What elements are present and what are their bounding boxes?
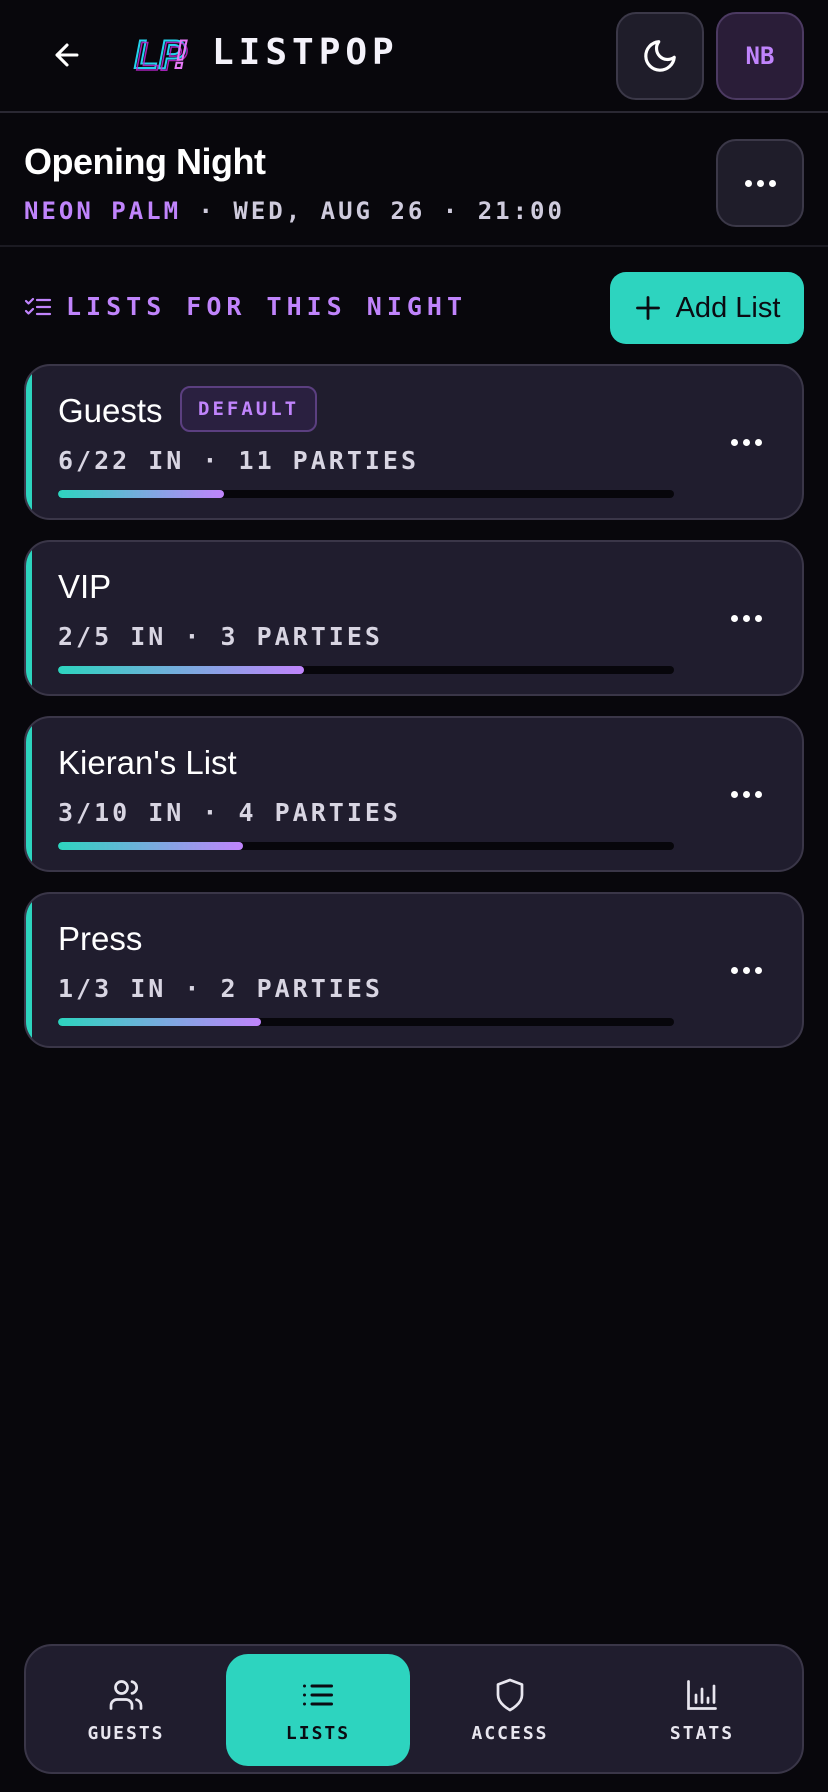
list-stats: 2/5 IN · 3 PARTIES [58, 622, 383, 651]
top-bar: LP LP ! LISTPOP NB [0, 0, 828, 113]
back-button[interactable] [40, 28, 94, 82]
list-progress-bar [58, 490, 674, 498]
list-more-button[interactable] [718, 418, 774, 466]
list-name: Guests [58, 392, 163, 429]
list-stats: 3/10 IN · 4 PARTIES [58, 798, 401, 827]
arrow-left-icon [55, 43, 79, 67]
list-card-vip[interactable]: VIP 2/5 IN · 3 PARTIES [24, 540, 804, 696]
logo-icon: LP LP ! [133, 32, 188, 80]
nav-tab-guests[interactable]: GUESTS [34, 1654, 218, 1766]
list-card-press[interactable]: Press 1/3 IN · 2 PARTIES [24, 892, 804, 1048]
svg-text:!: ! [174, 33, 187, 77]
users-icon [109, 1679, 143, 1710]
add-list-button[interactable]: Add List [610, 272, 804, 344]
bar-chart-icon [687, 1679, 717, 1710]
app-logo[interactable]: LP LP ! [130, 26, 192, 82]
bottom-navigation: GUESTS LISTS ACCESS STATS [24, 1644, 804, 1774]
list-name: VIP [58, 568, 112, 605]
event-header: Opening Night NEON PALM · WED, AUG 26 · … [0, 113, 828, 247]
list-more-button[interactable] [718, 946, 774, 994]
nav-tab-stats[interactable]: STATS [610, 1654, 794, 1766]
event-meta: NEON PALM · WED, AUG 26 · 21:00 [24, 197, 565, 225]
nav-label: LISTS [285, 1722, 351, 1744]
more-horizontal-icon [730, 790, 762, 798]
shield-icon [496, 1678, 524, 1711]
list-name: Press [58, 920, 143, 957]
avatar[interactable]: NB [716, 12, 804, 100]
brand-name: LISTPOP [212, 32, 399, 73]
list-progress-bar [58, 842, 674, 850]
nav-label: ACCESS [471, 1722, 549, 1744]
add-list-label: Add List [675, 291, 781, 324]
list-more-button[interactable] [718, 770, 774, 818]
event-title: Opening Night [24, 141, 266, 182]
list-card-kierans-list[interactable]: Kieran's List 3/10 IN · 4 PARTIES [24, 716, 804, 872]
list-card-guests[interactable]: Guests DEFAULT 6/22 IN · 11 PARTIES [24, 364, 804, 520]
list-stats: 1/3 IN · 2 PARTIES [58, 974, 383, 1003]
list-progress-bar [58, 666, 674, 674]
plus-icon [635, 296, 660, 320]
more-horizontal-icon [730, 966, 762, 974]
list-progress-bar [58, 1018, 674, 1026]
nav-label: STATS [669, 1722, 735, 1744]
list-icon [303, 1684, 333, 1705]
list-name: Kieran's List [58, 744, 237, 781]
nav-tab-lists[interactable]: LISTS [226, 1654, 410, 1766]
more-horizontal-icon [744, 179, 776, 187]
event-venue[interactable]: NEON PALM [24, 197, 181, 225]
moon-icon [644, 40, 676, 72]
more-horizontal-icon [730, 614, 762, 622]
event-date-time: · WED, AUG 26 · 21:00 [198, 197, 565, 225]
nav-tab-access[interactable]: ACCESS [418, 1654, 602, 1766]
more-horizontal-icon [730, 438, 762, 446]
section-header: LISTS FOR THIS NIGHT [24, 292, 467, 321]
section-title: LISTS FOR THIS NIGHT [66, 292, 468, 321]
lists-container: Guests DEFAULT 6/22 IN · 11 PARTIES VIP … [24, 364, 804, 1068]
list-stats: 6/22 IN · 11 PARTIES [58, 446, 420, 475]
list-more-button[interactable] [718, 594, 774, 642]
checklist-icon [24, 297, 52, 315]
default-badge: DEFAULT [180, 386, 318, 432]
event-more-button[interactable] [716, 139, 804, 227]
theme-toggle-button[interactable] [616, 12, 704, 100]
nav-label: GUESTS [87, 1722, 165, 1744]
